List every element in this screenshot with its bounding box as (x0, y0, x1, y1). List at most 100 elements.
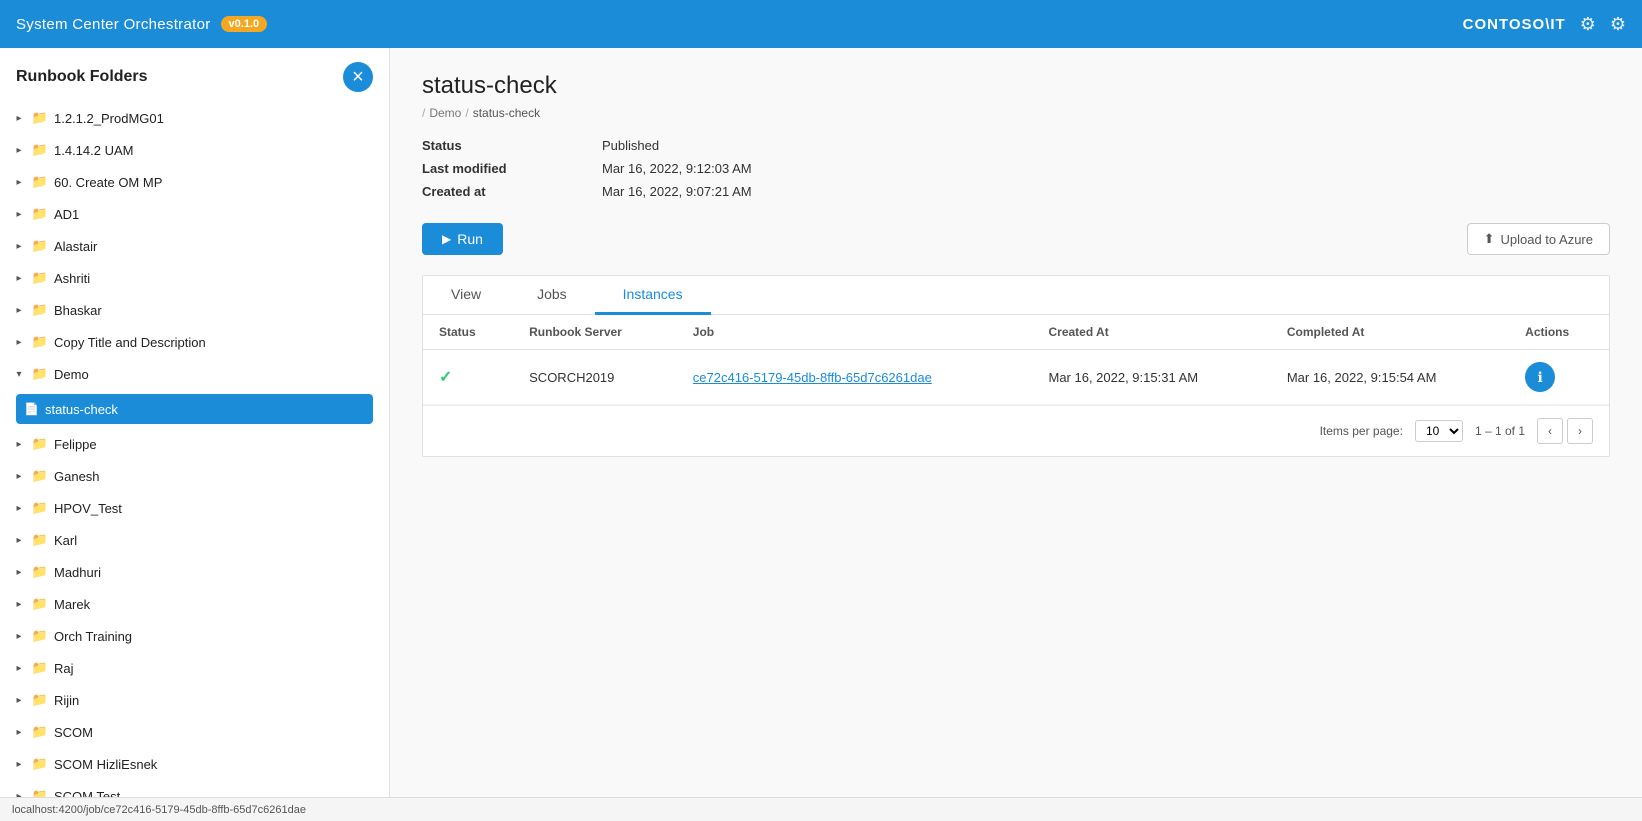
sidebar-item-hpov[interactable]: 📁 HPOV_Test (0, 492, 389, 524)
sidebar-item-raj[interactable]: 📁 Raj (0, 652, 389, 684)
sidebar-item-madhuri[interactable]: 📁 Madhuri (0, 556, 389, 588)
items-per-page-select[interactable]: 10 25 50 (1415, 420, 1463, 442)
sidebar-item-1212[interactable]: 📁 1.2.1.2_ProdMG01 (0, 102, 389, 134)
sidebar-item-label: Ashriti (54, 271, 90, 286)
chevron-right-icon (12, 175, 26, 189)
upload-to-azure-button[interactable]: ⬆ Upload to Azure (1467, 223, 1610, 255)
gear-icon[interactable]: ⚙ (1610, 14, 1626, 35)
sidebar-item-scom[interactable]: 📁 SCOM (0, 716, 389, 748)
chevron-right-icon (12, 629, 26, 643)
breadcrumb-current: status-check (473, 106, 540, 120)
sidebar-item-karl[interactable]: 📁 Karl (0, 524, 389, 556)
sidebar-item-label: Orch Training (54, 629, 132, 644)
sidebar-item-label: 1.2.1.2_ProdMG01 (54, 111, 164, 126)
folder-icon: 📁 (32, 564, 48, 580)
sidebar-item-label: Copy Title and Description (54, 335, 206, 350)
col-completed-at: Completed At (1271, 315, 1509, 350)
tab-instances[interactable]: Instances (595, 276, 711, 315)
sidebar-item-copytitle[interactable]: 📁 Copy Title and Description (0, 326, 389, 358)
folder-icon: 📁 (32, 724, 48, 740)
last-modified-value: Mar 16, 2022, 9:12:03 AM (602, 161, 752, 176)
status-value: Published (602, 138, 659, 153)
col-runbook-server: Runbook Server (513, 315, 677, 350)
sidebar-item-orchtraining[interactable]: 📁 Orch Training (0, 620, 389, 652)
row-actions: ℹ (1509, 350, 1609, 405)
org-label: CONTOSO\IT (1463, 16, 1566, 33)
statusbar: localhost:4200/job/ce72c416-5179-45db-8f… (0, 797, 1642, 821)
folder-icon: 📁 (32, 206, 48, 222)
sidebar-item-marek[interactable]: 📁 Marek (0, 588, 389, 620)
runbook-item-status-check[interactable]: 📄 status-check (16, 394, 373, 424)
folder-icon: 📁 (32, 302, 48, 318)
folder-icon: 📁 (32, 532, 48, 548)
folder-icon: 📁 (32, 596, 48, 612)
sidebar-item-label: Karl (54, 533, 77, 548)
runbook-item-container: 📄 status-check (0, 390, 389, 428)
info-button[interactable]: ℹ (1525, 362, 1555, 392)
row-status: ✓ (423, 350, 513, 405)
sidebar-item-60create[interactable]: 📁 60. Create OM MP (0, 166, 389, 198)
sidebar-item-rijin[interactable]: 📁 Rijin (0, 684, 389, 716)
sidebar-item-label: Demo (54, 367, 89, 382)
meta-table: Status Published Last modified Mar 16, 2… (422, 138, 1610, 199)
chevron-right-icon (12, 725, 26, 739)
pagination: Items per page: 10 25 50 1 – 1 of 1 ‹ › (423, 405, 1609, 456)
content-area: status-check / Demo / status-check Statu… (390, 48, 1642, 797)
upload-icon: ⬆ (1484, 231, 1495, 247)
chevron-right-icon (12, 437, 26, 451)
sidebar-item-1414[interactable]: 📁 1.4.14.2 UAM (0, 134, 389, 166)
chevron-right-icon (12, 533, 26, 547)
sidebar-item-ad1[interactable]: 📁 AD1 (0, 198, 389, 230)
sidebar-item-felippe[interactable]: 📁 Felippe (0, 428, 389, 460)
sidebar-item-scomhizli[interactable]: 📁 SCOM HizliEsnek (0, 748, 389, 780)
page-title: status-check (422, 72, 1610, 100)
sidebar-item-label: Ganesh (54, 469, 100, 484)
tab-jobs[interactable]: Jobs (509, 276, 595, 315)
sidebar-item-ashriti[interactable]: 📁 Ashriti (0, 262, 389, 294)
content-inner: status-check / Demo / status-check Statu… (390, 48, 1642, 481)
run-button[interactable]: ▶ Run (422, 223, 503, 255)
sidebar-item-label: Madhuri (54, 565, 101, 580)
breadcrumb-slash2: / (465, 106, 468, 120)
success-icon: ✓ (439, 369, 452, 386)
sidebar-item-ganesh[interactable]: 📁 Ganesh (0, 460, 389, 492)
folder-icon: 📁 (32, 334, 48, 350)
pagination-range: 1 – 1 of 1 (1475, 424, 1525, 438)
settings-icon[interactable]: ⚙ (1580, 14, 1596, 35)
prev-page-button[interactable]: ‹ (1537, 418, 1563, 444)
tab-view[interactable]: View (423, 276, 509, 315)
sidebar-item-label: 60. Create OM MP (54, 175, 162, 190)
sidebar-item-label: Rijin (54, 693, 79, 708)
breadcrumb-slash: / (422, 106, 425, 120)
sidebar-item-demo[interactable]: 📁 Demo (0, 358, 389, 390)
col-created-at: Created At (1032, 315, 1270, 350)
sidebar-item-label: SCOM (54, 725, 93, 740)
row-runbook-server: SCORCH2019 (513, 350, 677, 405)
breadcrumb-demo[interactable]: Demo (429, 106, 461, 120)
table-row: ✓ SCORCH2019 ce72c416-5179-45db-8ffb-65d… (423, 350, 1609, 405)
row-created-at: Mar 16, 2022, 9:15:31 AM (1032, 350, 1270, 405)
chevron-right-icon (12, 143, 26, 157)
sidebar-item-label: SCOM HizliEsnek (54, 757, 157, 772)
pagination-nav: ‹ › (1537, 418, 1593, 444)
sidebar-item-scomtest[interactable]: 📁 SCOM Test (0, 780, 389, 797)
add-folder-button[interactable]: × (343, 62, 373, 92)
sidebar-title: Runbook Folders (16, 68, 148, 86)
sidebar-item-label: AD1 (54, 207, 79, 222)
folder-icon: 📁 (32, 756, 48, 772)
sidebar-header: Runbook Folders × (0, 48, 389, 102)
folder-icon: 📁 (32, 110, 48, 126)
version-badge: v0.1.0 (221, 16, 268, 32)
row-completed-at: Mar 16, 2022, 9:15:54 AM (1271, 350, 1509, 405)
folder-icon: 📁 (32, 142, 48, 158)
sidebar-item-alastair[interactable]: 📁 Alastair (0, 230, 389, 262)
chevron-right-icon (12, 661, 26, 675)
sidebar-scroll: 📁 1.2.1.2_ProdMG01 📁 1.4.14.2 UAM 📁 60. … (0, 102, 389, 797)
chevron-right-icon (12, 789, 26, 797)
sidebar-item-bhaskar[interactable]: 📁 Bhaskar (0, 294, 389, 326)
action-bar: ▶ Run ⬆ Upload to Azure (422, 223, 1610, 255)
job-link[interactable]: ce72c416-5179-45db-8ffb-65d7c6261dae (693, 370, 932, 385)
status-row: Status Published (422, 138, 1610, 153)
next-page-button[interactable]: › (1567, 418, 1593, 444)
chevron-right-icon (12, 239, 26, 253)
